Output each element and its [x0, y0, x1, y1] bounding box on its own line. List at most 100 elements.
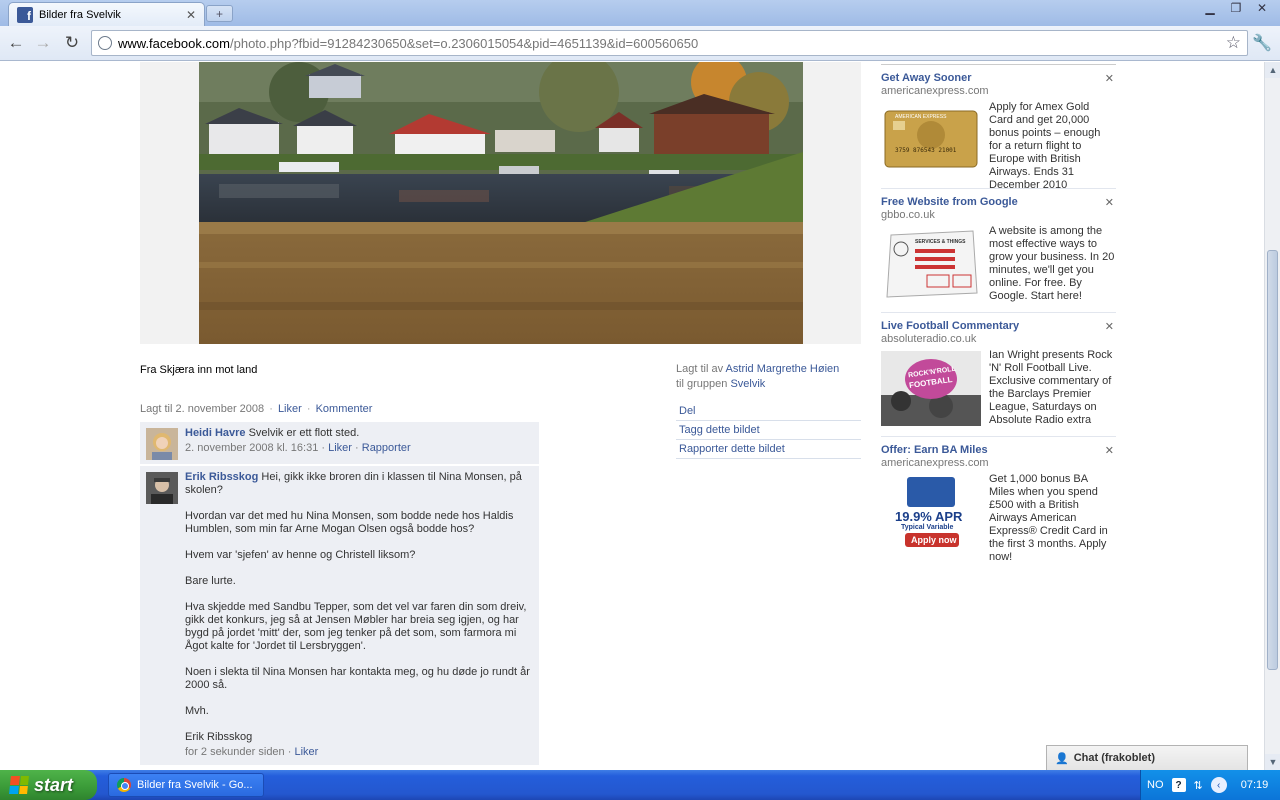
taskbar-item-label: Bilder fra Svelvik - Go... — [137, 779, 253, 791]
comment-paragraph: Bare lurte. — [185, 575, 236, 587]
address-bar[interactable]: www.facebook.com/photo.php?fbid=91284230… — [91, 30, 1248, 56]
ad-close-icon[interactable]: ✕ — [1105, 72, 1114, 85]
ad-item[interactable]: Get Away Sooner ✕ americanexpress.com AM… — [881, 65, 1116, 191]
clock: 07:19 — [1240, 779, 1269, 791]
network-icon[interactable]: ⇅ — [1194, 779, 1203, 792]
ad-title[interactable]: Live Football Commentary — [881, 320, 1116, 332]
tag-photo-link[interactable]: Tagg dette bildet — [676, 421, 861, 440]
windows-logo-icon — [9, 776, 29, 794]
new-tab-button[interactable]: + — [206, 5, 233, 22]
chat-bar[interactable]: 👤 Chat (frakoblet) — [1046, 745, 1248, 770]
wrench-icon[interactable]: 🔧 — [1252, 33, 1272, 53]
chat-user-icon: 👤 — [1055, 752, 1069, 765]
ad-image[interactable]: 19.9% APR Typical Variable Apply now — [881, 475, 981, 550]
comment-like-link[interactable]: Liker — [294, 746, 318, 758]
ad-title[interactable]: Free Website from Google — [881, 196, 1116, 208]
separator: · — [269, 403, 273, 415]
ad-domain: gbbo.co.uk — [881, 209, 935, 221]
ad-body: Get 1,000 bonus BA Miles when you spend … — [989, 473, 1108, 563]
photo[interactable] — [199, 62, 803, 344]
separator: · — [306, 403, 311, 415]
start-button[interactable]: start — [0, 770, 97, 800]
taskbar-item[interactable]: Bilder fra Svelvik - Go... — [108, 773, 264, 797]
ad-body: Ian Wright presents Rock 'N' Roll Footba… — [989, 349, 1113, 426]
globe-icon — [98, 36, 112, 50]
photo-added-by: Lagt til av Astrid Margrethe Høien til g… — [676, 362, 839, 392]
added-by-prefix: Lagt til av — [676, 363, 726, 375]
help-icon[interactable]: ? — [1171, 778, 1186, 792]
url-host: www.facebook.com — [118, 35, 230, 51]
comment-timestamp: for 2 sekunder siden — [185, 746, 285, 758]
comment-item: Erik Ribsskog Hei, gikk ikke broren din … — [140, 466, 539, 766]
browser-tab[interactable]: f Bilder fra Svelvik ✕ — [8, 2, 205, 26]
ad-domain: americanexpress.com — [881, 457, 989, 469]
website-mockup-text: SERVICES & THINGS — [915, 239, 966, 245]
photo-caption: Fra Skjæra inn mot land — [140, 364, 258, 376]
ad-close-icon[interactable]: ✕ — [1105, 444, 1114, 457]
tab-close-icon[interactable]: ✕ — [186, 8, 196, 22]
apply-now-badge: Apply now — [911, 535, 957, 545]
commenter-name[interactable]: Heidi Havre — [185, 427, 246, 439]
uploader-link[interactable]: Astrid Margrethe Høien — [726, 363, 840, 375]
apr-text: 19.9% APR — [895, 509, 963, 524]
page-content: Fra Skjæra inn mot land Lagt til av Astr… — [0, 62, 1264, 770]
scroll-up-icon[interactable]: ▲ — [1265, 62, 1280, 78]
comment-report-link[interactable]: Rapporter — [362, 442, 411, 454]
ad-image[interactable]: ROCK'N'ROLL FOOTBALL — [881, 351, 981, 426]
ad-close-icon[interactable]: ✕ — [1105, 320, 1114, 333]
ad-body: Apply for Amex Gold Card and get 20,000 … — [989, 101, 1101, 191]
scroll-down-icon[interactable]: ▼ — [1265, 754, 1280, 770]
card-brand-text: AMERICAN EXPRESS — [895, 114, 947, 120]
ad-item[interactable]: Offer: Earn BA Miles ✕ americanexpress.c… — [881, 437, 1116, 563]
window-close-icon[interactable]: ✕ — [1250, 0, 1274, 16]
photo-meta: Lagt til 2. november 2008 · Liker · Komm… — [140, 403, 372, 415]
comment-link[interactable]: Kommenter — [316, 403, 373, 415]
ad-close-icon[interactable]: ✕ — [1105, 196, 1114, 209]
avatar[interactable] — [146, 428, 178, 460]
chevron-left-icon[interactable]: ‹ — [1210, 777, 1227, 793]
comment-timestamp: 2. november 2008 kl. 16:31 — [185, 442, 319, 454]
url-path: /photo.php?fbid=91284230650&set=o.230601… — [230, 35, 699, 51]
restore-icon[interactable]: ❐ — [1224, 0, 1248, 16]
comment-paragraph: Mvh. — [185, 705, 209, 717]
system-tray: NO ? ⇅ ‹ 07:19 — [1140, 770, 1280, 800]
report-photo-link[interactable]: Rapporter dette bildet — [676, 440, 861, 459]
card-number-text: 3759 876543 21001 — [895, 147, 957, 154]
comment-item: Heidi Havre Svelvik er ett flott sted. 2… — [140, 422, 539, 465]
ad-title[interactable]: Get Away Sooner — [881, 72, 1116, 84]
added-date: Lagt til 2. november 2008 — [140, 403, 265, 415]
photo-landscape — [199, 62, 803, 344]
browser-tabstrip: f Bilder fra Svelvik ✕ + ▁ ❐ ✕ — [0, 0, 1280, 26]
comment-paragraph: Hvem var 'sjefen' av henne og Christell … — [185, 549, 416, 561]
ad-item[interactable]: Live Football Commentary ✕ absoluteradio… — [881, 313, 1116, 437]
scroll-thumb[interactable] — [1267, 250, 1278, 670]
facebook-favicon-icon: f — [17, 6, 33, 23]
commenter-name[interactable]: Erik Ribsskog — [185, 471, 258, 483]
reload-icon[interactable]: ↻ — [61, 32, 83, 54]
ad-item[interactable]: Free Website from Google ✕ gbbo.co.uk SE… — [881, 189, 1116, 313]
language-indicator[interactable]: NO — [1147, 779, 1164, 791]
like-link[interactable]: Liker — [278, 403, 302, 415]
share-link[interactable]: Del — [676, 402, 861, 421]
page-scrollbar[interactable]: ▲ ▼ — [1264, 62, 1280, 770]
ad-domain: americanexpress.com — [881, 85, 989, 97]
comment-like-link[interactable]: Liker — [328, 442, 352, 454]
start-label: start — [34, 774, 74, 795]
minimize-icon[interactable]: ▁ — [1198, 0, 1222, 16]
chat-label: Chat (frakoblet) — [1073, 752, 1155, 764]
ad-image[interactable]: SERVICES & THINGS — [881, 227, 981, 302]
comment-paragraph: Hvordan var det med hu Nina Monsen, som … — [185, 510, 514, 535]
tab-title: Bilder fra Svelvik — [39, 8, 121, 21]
comment-paragraph: Erik Ribsskog — [185, 731, 253, 743]
bookmark-star-icon[interactable]: ☆ — [1226, 33, 1241, 53]
back-arrow-icon[interactable]: ← — [5, 32, 27, 54]
browser-toolbar: ← → ↻ www.facebook.com/photo.php?fbid=91… — [0, 26, 1280, 61]
avatar[interactable] — [146, 472, 178, 504]
separator: · — [355, 442, 359, 454]
forward-arrow-icon[interactable]: → — [32, 32, 54, 54]
group-link[interactable]: Svelvik — [730, 378, 765, 390]
photo-frame — [140, 62, 861, 344]
ad-image[interactable]: AMERICAN EXPRESS 3759 876543 21001 — [881, 103, 981, 178]
ad-body: A website is among the most effective wa… — [989, 225, 1115, 302]
ad-title[interactable]: Offer: Earn BA Miles — [881, 444, 1116, 456]
